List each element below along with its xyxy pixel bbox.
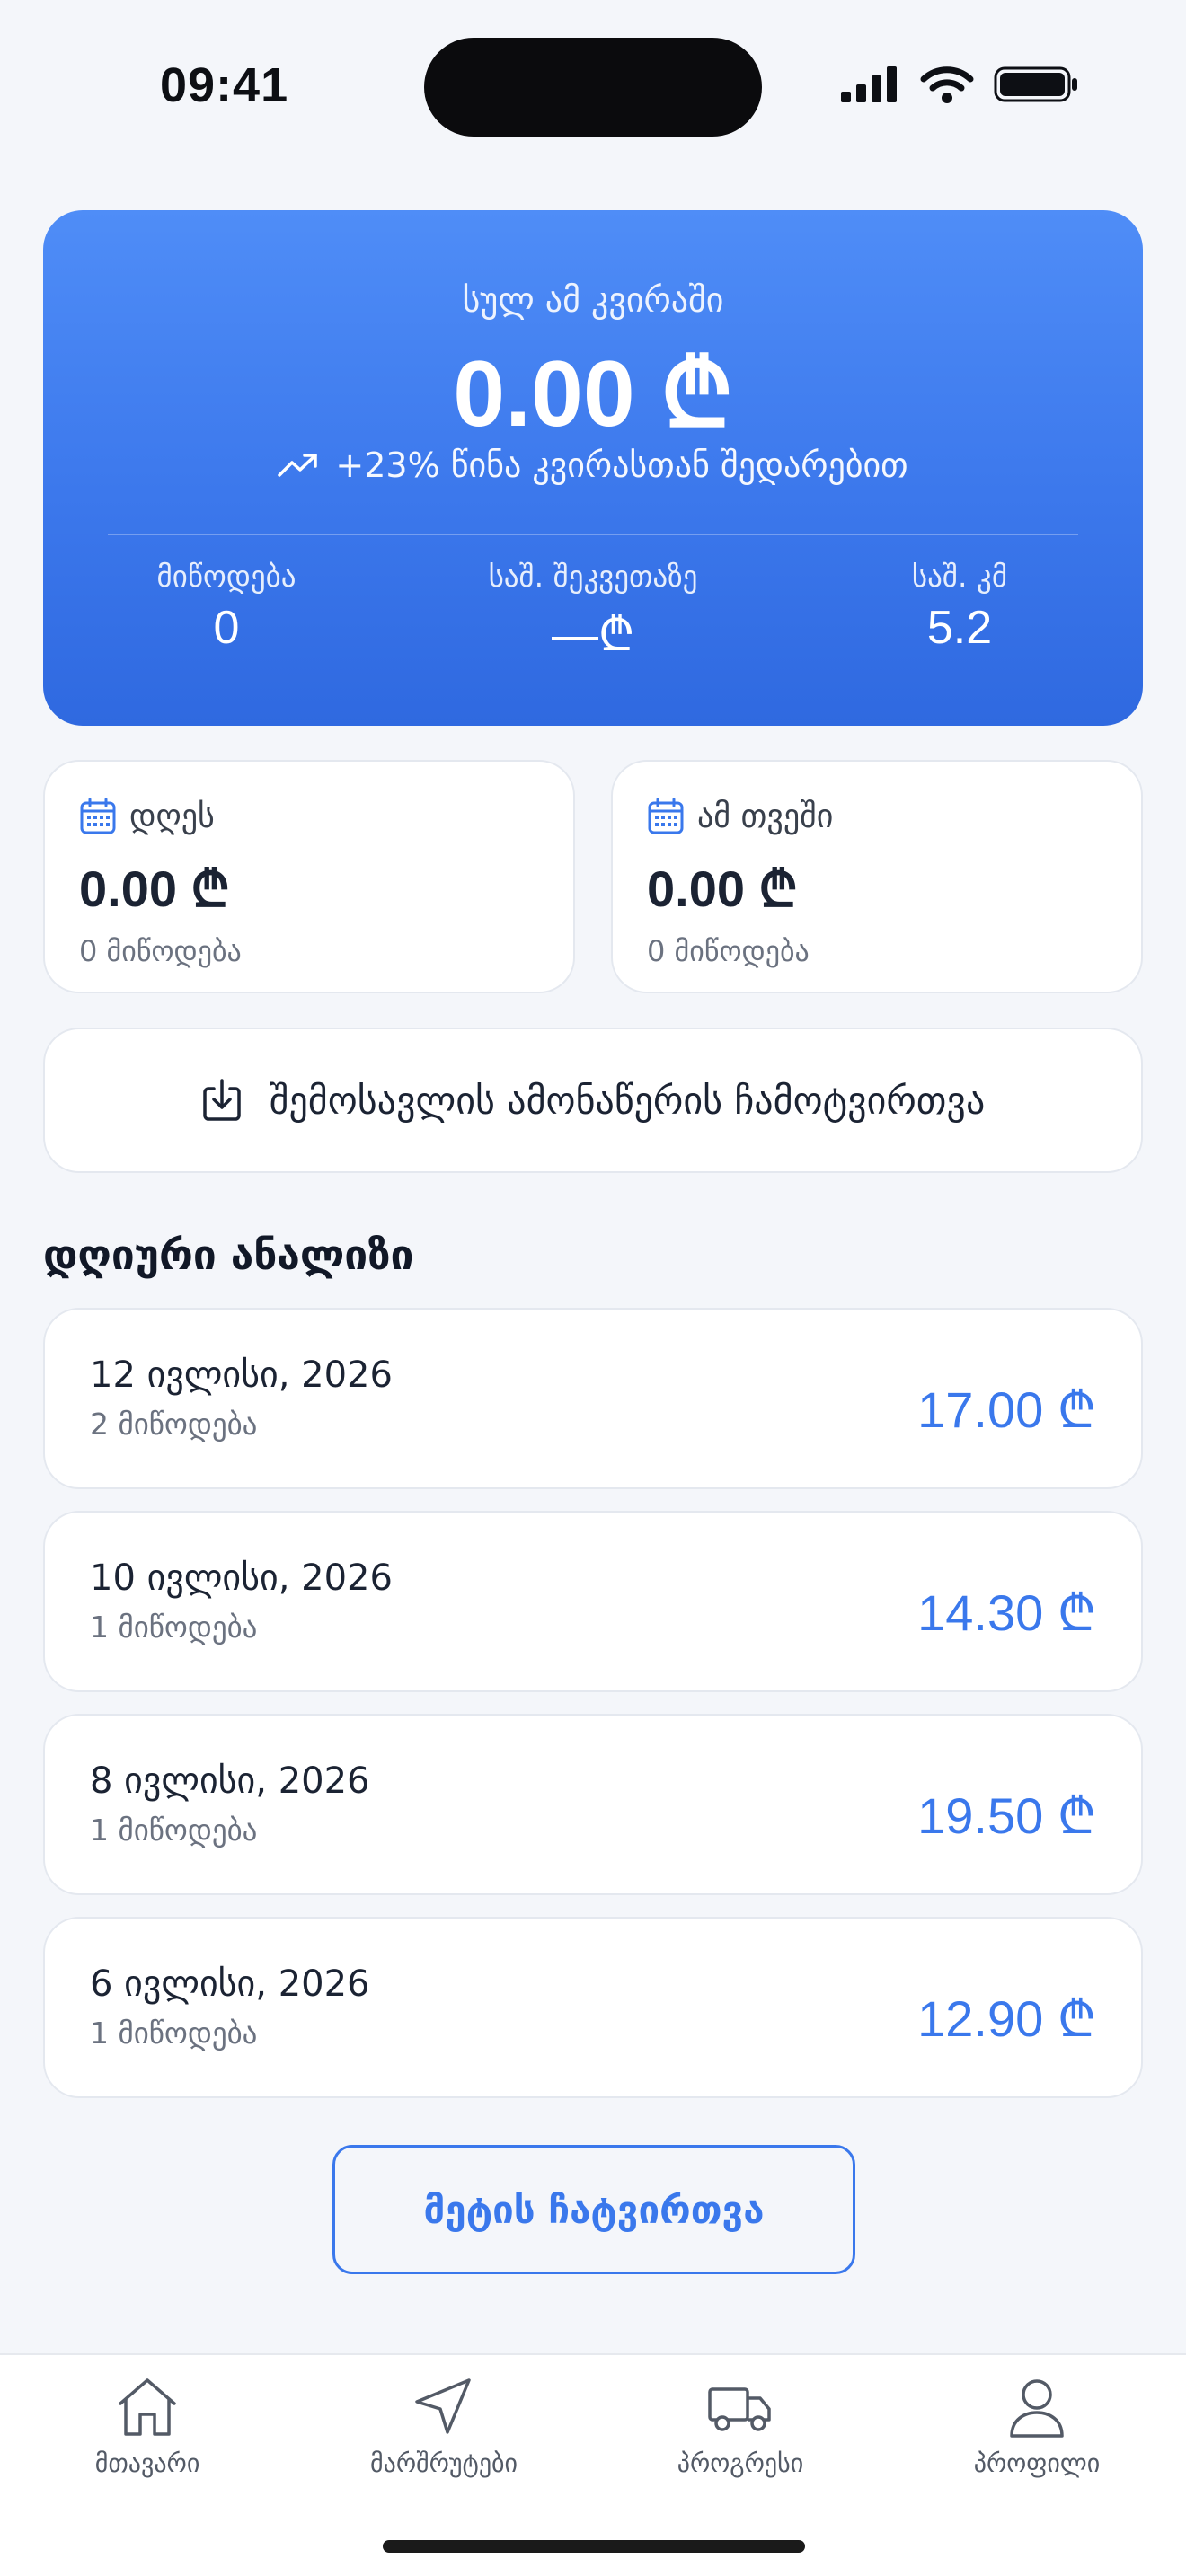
item-date: 6 ივლისი, 2026 xyxy=(90,1963,370,2005)
list-item[interactable]: 12 ივლისი, 2026 2 მიწოდება 17.00 ₾ xyxy=(43,1308,1143,1489)
download-icon xyxy=(202,1079,241,1121)
stat-deliveries: მიწოდება 0 xyxy=(43,559,410,665)
stat-value: 0 xyxy=(213,602,240,654)
download-statement-label: შემოსავლის ამონაწერის ჩამოტვირთვა xyxy=(269,1078,986,1123)
stat-value: 5.2 xyxy=(926,602,993,654)
status-icons xyxy=(839,65,1080,104)
month-card[interactable]: ამ თვეში 0.00 ₾ 0 მიწოდება xyxy=(611,760,1143,993)
tab-label: პროფილი xyxy=(973,2448,1101,2478)
stat-label: საშ. შეკვეთაზე xyxy=(488,559,698,594)
item-deliveries: 1 მიწოდება xyxy=(90,1610,258,1645)
item-deliveries: 2 მიწოდება xyxy=(90,1407,258,1442)
today-label: დღეს xyxy=(129,798,215,835)
load-more-button[interactable]: მეტის ჩატვირთვა xyxy=(332,2145,855,2274)
stat-label: მიწოდება xyxy=(156,559,296,594)
tab-progress[interactable]: პროგრესი xyxy=(624,2375,857,2478)
weekly-trend: +23% წინა კვირასთან შედარებით xyxy=(43,446,1143,485)
cellular-signal-icon xyxy=(841,66,897,102)
today-card[interactable]: დღეს 0.00 ₾ 0 მიწოდება xyxy=(43,760,575,993)
list-item[interactable]: 8 ივლისი, 2026 1 მიწოდება 19.50 ₾ xyxy=(43,1714,1143,1895)
user-icon xyxy=(1010,2379,1064,2438)
month-amount: 0.00 ₾ xyxy=(647,860,798,917)
battery-icon xyxy=(994,66,1077,102)
item-date: 12 ივლისი, 2026 xyxy=(90,1354,393,1396)
item-date: 8 ივლისი, 2026 xyxy=(90,1760,370,1802)
tab-profile[interactable]: პროფილი xyxy=(920,2375,1154,2478)
weekly-label: სულ ამ კვირაში xyxy=(462,280,724,320)
hero-stats: მიწოდება 0 საშ. შეკვეთაზე —₾ საშ. კმ 5.2 xyxy=(43,559,1143,665)
wifi-icon xyxy=(920,66,974,103)
today-amount: 0.00 ₾ xyxy=(79,860,230,917)
stat-avg-km: საშ. კმ 5.2 xyxy=(776,559,1143,665)
weekly-summary-card: სულ ამ კვირაში 0.00 ₾ +23% წინა კვირასთა… xyxy=(43,210,1143,726)
status-bar: 09:41 xyxy=(0,0,1186,171)
trending-up-icon xyxy=(278,454,318,477)
tab-home[interactable]: მთავარი xyxy=(31,2375,264,2478)
truck-icon xyxy=(708,2387,771,2431)
item-deliveries: 1 მიწოდება xyxy=(90,1813,258,1848)
home-icon xyxy=(119,2378,176,2436)
month-deliveries: 0 მიწოდება xyxy=(647,934,810,968)
home-indicator[interactable] xyxy=(383,2540,805,2553)
status-time: 09:41 xyxy=(160,58,289,112)
stat-label: საშ. კმ xyxy=(911,559,1008,594)
download-statement-button[interactable]: შემოსავლის ამონაწერის ჩამოტვირთვა xyxy=(43,1028,1143,1173)
item-amount: 17.00 ₾ xyxy=(917,1381,1096,1438)
list-item[interactable]: 6 ივლისი, 2026 1 მიწოდება 12.90 ₾ xyxy=(43,1917,1143,2098)
tab-routes[interactable]: მარშრუტები xyxy=(327,2375,561,2478)
calendar-icon xyxy=(648,798,684,834)
today-deliveries: 0 მიწოდება xyxy=(79,934,242,968)
stat-avg-per-order: საშ. შეკვეთაზე —₾ xyxy=(410,559,776,665)
weekly-trend-text: +23% წინა კვირასთან შედარებით xyxy=(335,446,908,485)
weekly-amount: 0.00 ₾ xyxy=(453,342,733,446)
item-date: 10 ივლისი, 2026 xyxy=(90,1557,393,1599)
dynamic-island xyxy=(424,38,762,137)
tab-label: მთავარი xyxy=(94,2448,200,2478)
tab-label: პროგრესი xyxy=(677,2448,804,2478)
hero-divider xyxy=(108,534,1078,535)
tab-label: მარშრუტები xyxy=(369,2448,518,2478)
item-amount: 12.90 ₾ xyxy=(917,1990,1096,2047)
daily-analysis-title: დღიური ანალიზი xyxy=(43,1231,414,1279)
stat-value: —₾ xyxy=(551,609,635,661)
calendar-icon xyxy=(80,798,116,834)
daily-list: 12 ივლისი, 2026 2 მიწოდება 17.00 ₾ 10 ივ… xyxy=(43,1308,1143,2120)
month-header: ამ თვეში xyxy=(647,798,1141,835)
navigation-icon xyxy=(415,2378,471,2434)
item-deliveries: 1 მიწოდება xyxy=(90,2016,258,2051)
item-amount: 19.50 ₾ xyxy=(917,1787,1096,1844)
item-amount: 14.30 ₾ xyxy=(917,1584,1096,1641)
list-item[interactable]: 10 ივლისი, 2026 1 მიწოდება 14.30 ₾ xyxy=(43,1511,1143,1692)
today-header: დღეს xyxy=(79,798,573,835)
month-label: ამ თვეში xyxy=(697,798,834,835)
